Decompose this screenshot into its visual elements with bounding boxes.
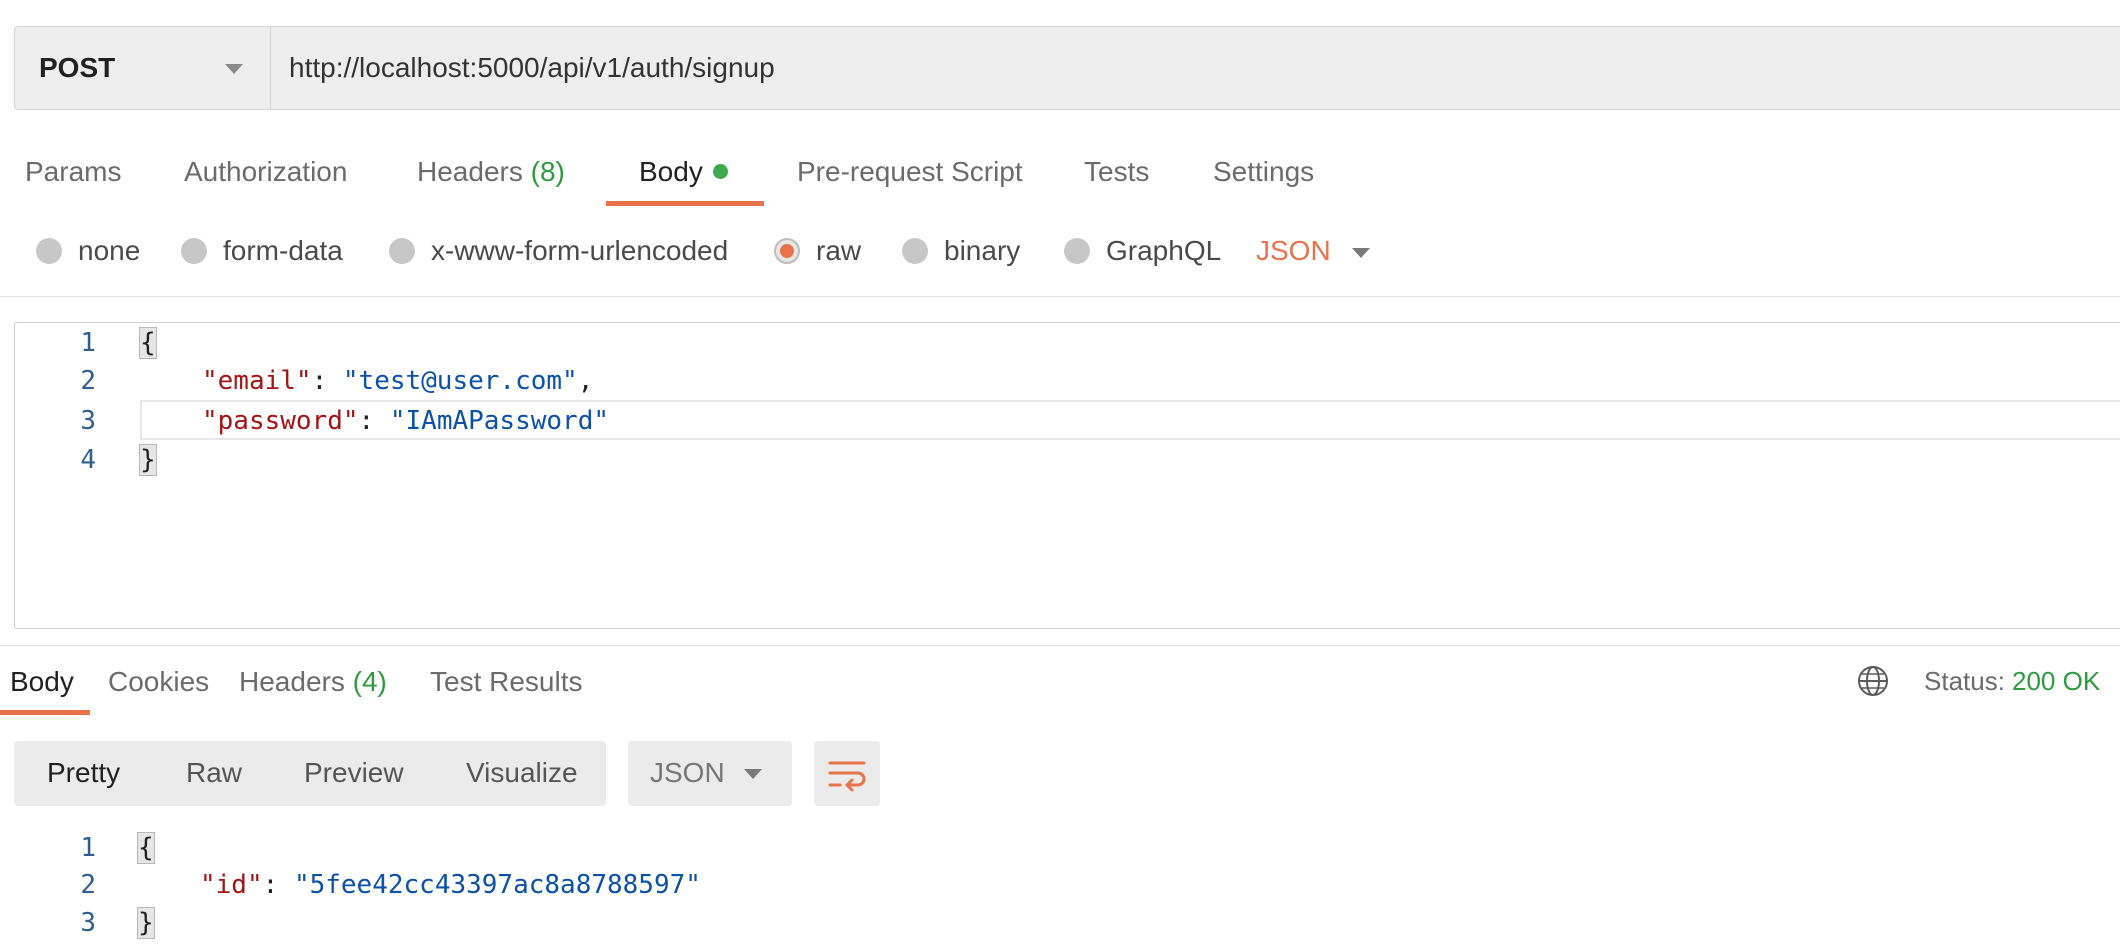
radio-binary[interactable]: binary — [902, 235, 1020, 267]
radio-circle-icon — [36, 238, 62, 264]
divider — [0, 645, 2120, 646]
radio-selected-icon — [774, 238, 800, 264]
response-language-label: JSON — [650, 757, 725, 788]
close-brace: } — [139, 444, 157, 476]
chevron-down-icon — [225, 64, 243, 74]
json-key: "email" — [202, 366, 312, 396]
line-number: 4 — [80, 445, 96, 475]
radio-circle-icon — [389, 238, 415, 264]
line-number: 2 — [80, 366, 96, 396]
radio-raw-label: raw — [816, 235, 862, 266]
radio-urlencoded-label: x-www-form-urlencoded — [431, 235, 729, 266]
view-raw-button[interactable]: Raw — [186, 757, 242, 789]
line-number: 3 — [80, 406, 96, 436]
line-number: 1 — [80, 328, 96, 358]
radio-raw[interactable]: raw — [774, 235, 861, 267]
open-brace: { — [137, 832, 155, 864]
active-tab-indicator — [606, 201, 764, 206]
close-brace: } — [137, 907, 155, 939]
globe-icon[interactable] — [1856, 664, 1890, 698]
tab-pre-request-script[interactable]: Pre-request Script — [797, 156, 1023, 188]
response-tab-body-label: Body — [10, 666, 74, 697]
tab-authorization[interactable]: Authorization — [184, 156, 347, 188]
tab-authorization-label: Authorization — [184, 156, 348, 187]
url-input[interactable]: http://localhost:5000/api/v1/auth/signup — [289, 27, 775, 109]
view-visualize-button[interactable]: Visualize — [466, 757, 578, 789]
view-preview-button[interactable]: Preview — [304, 757, 404, 789]
response-line-number: 2 — [80, 870, 96, 900]
response-tab-headers-label: Headers — [239, 666, 345, 697]
tab-headers[interactable]: Headers (8) — [417, 156, 565, 188]
response-tab-headers[interactable]: Headers (4) — [239, 666, 387, 698]
method-select[interactable]: POST — [15, 27, 271, 109]
chevron-down-icon[interactable] — [1352, 248, 1370, 258]
tab-pre-request-label: Pre-request Script — [797, 156, 1023, 187]
tab-headers-label: Headers — [417, 156, 523, 187]
response-language-select[interactable]: JSON — [628, 741, 792, 806]
response-tab-body[interactable]: Body — [10, 666, 74, 698]
tab-params[interactable]: Params — [25, 156, 121, 188]
view-pretty-button[interactable]: Pretty — [47, 757, 120, 789]
tab-body-label: Body — [639, 156, 703, 187]
open-brace: { — [139, 327, 157, 359]
response-tab-cookies[interactable]: Cookies — [108, 666, 209, 698]
tab-body[interactable]: Body — [639, 156, 728, 188]
json-string: "IAmAPassword" — [389, 406, 610, 436]
radio-circle-icon — [181, 238, 207, 264]
tab-tests[interactable]: Tests — [1084, 156, 1149, 188]
radio-graphql[interactable]: GraphQL — [1064, 235, 1221, 267]
radio-circle-icon — [902, 238, 928, 264]
radio-graphql-label: GraphQL — [1106, 235, 1222, 266]
method-label: POST — [39, 52, 116, 83]
body-format-select[interactable]: JSON — [1256, 235, 1331, 267]
radio-none[interactable]: none — [36, 235, 140, 267]
modified-dot-icon — [712, 164, 728, 179]
response-tab-test-results[interactable]: Test Results — [430, 666, 583, 698]
status-value: 200 OK — [2012, 666, 2101, 696]
request-bar: POST http://localhost:5000/api/v1/auth/s… — [14, 26, 2120, 110]
active-response-tab-indicator — [0, 710, 90, 715]
headers-count: (8) — [530, 156, 565, 187]
json-key: "password" — [202, 406, 359, 436]
wrap-lines-button[interactable] — [814, 741, 880, 806]
json-key: "id" — [200, 870, 263, 900]
response-line-number: 1 — [80, 833, 96, 863]
tab-settings[interactable]: Settings — [1213, 156, 1314, 188]
divider — [0, 296, 2120, 297]
radio-form-data[interactable]: form-data — [181, 235, 343, 267]
radio-none-label: none — [78, 235, 141, 266]
response-headers-count: (4) — [352, 666, 387, 697]
tab-params-label: Params — [25, 156, 122, 187]
radio-form-data-label: form-data — [223, 235, 343, 266]
status-label: Status: — [1924, 666, 2005, 696]
response-tab-cookies-label: Cookies — [108, 666, 210, 697]
chevron-down-icon — [744, 769, 762, 779]
radio-circle-icon — [1064, 238, 1090, 264]
radio-binary-label: binary — [944, 235, 1021, 266]
response-line-number: 3 — [80, 908, 96, 938]
tab-settings-label: Settings — [1213, 156, 1315, 187]
tab-tests-label: Tests — [1084, 156, 1150, 187]
radio-urlencoded[interactable]: x-www-form-urlencoded — [389, 235, 728, 267]
json-string: "test@user.com" — [342, 366, 578, 396]
wrap-lines-icon — [828, 761, 866, 792]
response-tab-test-results-label: Test Results — [430, 666, 583, 697]
json-string: "5fee42cc43397ac8a8788597" — [293, 870, 701, 900]
